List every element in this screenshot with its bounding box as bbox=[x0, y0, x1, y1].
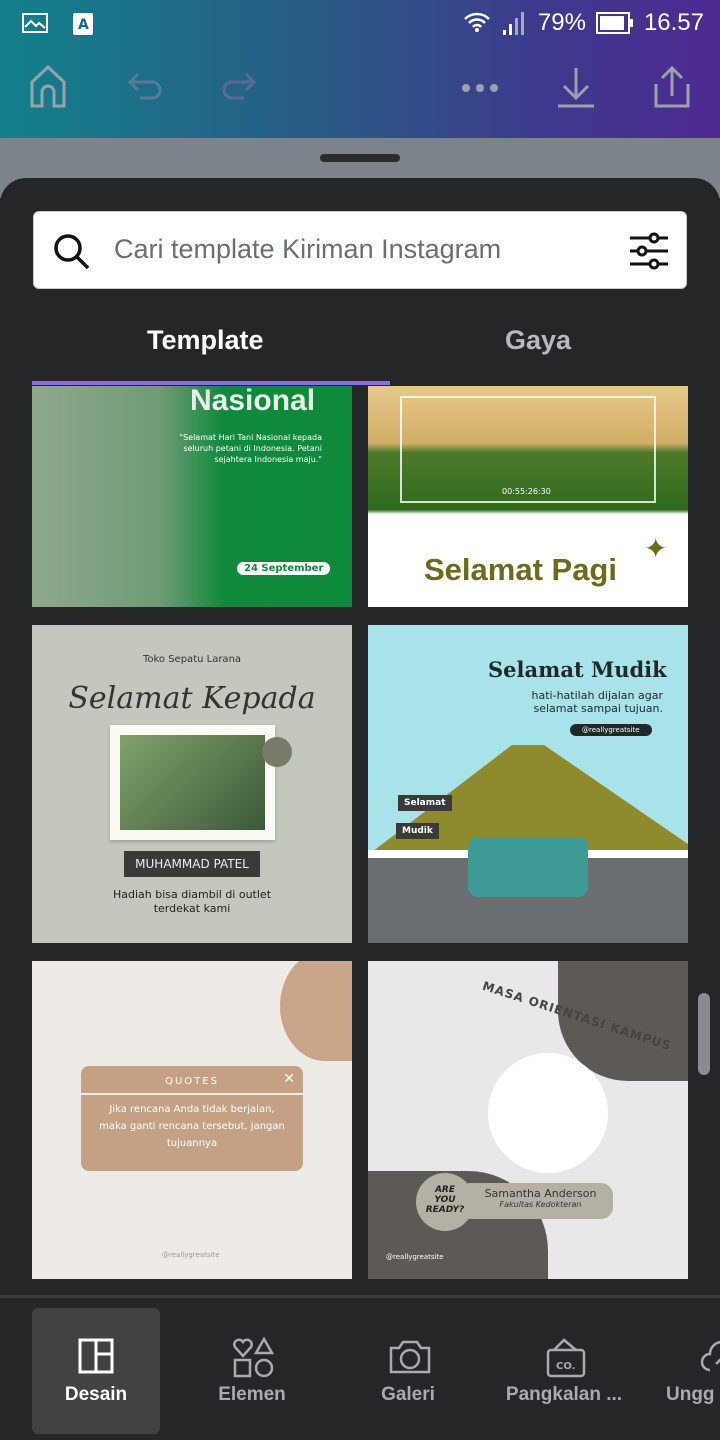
image-icon bbox=[22, 13, 48, 33]
battery-icon bbox=[595, 12, 633, 34]
nav-galeri[interactable]: Galeri bbox=[344, 1308, 472, 1434]
svg-text:A: A bbox=[78, 17, 89, 33]
stock-icon: CO. bbox=[546, 1338, 586, 1378]
sparkle-icon: ✦ bbox=[644, 532, 668, 565]
template-card-selamat-pagi[interactable]: 00:55:26:30 Selamat Pagi ✦ bbox=[368, 386, 688, 607]
template-card-quotes[interactable]: QUOTES ✕ Jika rencana Anda tidak berjala… bbox=[32, 961, 352, 1279]
filter-icon[interactable] bbox=[628, 230, 670, 272]
shapes-icon bbox=[233, 1336, 275, 1378]
undo-icon[interactable] bbox=[126, 62, 166, 110]
app-a-icon: A bbox=[73, 13, 93, 35]
share-icon[interactable] bbox=[652, 62, 692, 110]
status-bar: A 79% 16.57 bbox=[0, 0, 720, 50]
search-input[interactable]: Cari template Kiriman Instagram bbox=[33, 211, 687, 289]
redo-icon[interactable] bbox=[218, 62, 258, 110]
layout-icon bbox=[78, 1338, 114, 1374]
active-tab-indicator bbox=[32, 381, 390, 385]
clock: 16.57 bbox=[643, 9, 704, 36]
nav-desain[interactable]: Desain bbox=[32, 1308, 160, 1434]
template-card-masa-orientasi[interactable]: MASA ORIENTASI KAMPUS ARE YOU READY? Sam… bbox=[368, 961, 688, 1279]
camera-icon bbox=[389, 1340, 431, 1374]
nav-unggah[interactable]: Ungg bbox=[656, 1308, 720, 1434]
search-placeholder: Cari template Kiriman Instagram bbox=[114, 234, 502, 264]
drag-handle[interactable] bbox=[320, 154, 400, 162]
close-icon: ✕ bbox=[283, 1071, 295, 1087]
bottom-nav: Desain Elemen Galeri CO. Pangkalan ... U… bbox=[0, 1295, 720, 1440]
download-icon[interactable] bbox=[556, 62, 596, 110]
signal-icon bbox=[502, 12, 524, 35]
template-card-hari-tani[interactable]: Nasional "Selamat Hari Tani Nasional kep… bbox=[32, 386, 352, 607]
home-icon[interactable] bbox=[28, 62, 68, 110]
tab-gaya[interactable]: Gaya bbox=[505, 325, 571, 356]
search-icon bbox=[54, 234, 90, 270]
car-illustration bbox=[468, 837, 588, 897]
svg-text:CO.: CO. bbox=[556, 1361, 575, 1372]
battery-percent: 79% bbox=[537, 9, 586, 36]
template-card-selamat-mudik[interactable]: Selamat Mudik hati-hatilah dijalan agar … bbox=[368, 625, 688, 943]
wifi-icon bbox=[464, 12, 490, 32]
nav-pangkalan[interactable]: CO. Pangkalan ... bbox=[500, 1308, 628, 1434]
scrollbar[interactable] bbox=[698, 993, 710, 1075]
nav-elemen[interactable]: Elemen bbox=[188, 1308, 316, 1434]
template-grid: Nasional "Selamat Hari Tani Nasional kep… bbox=[0, 386, 720, 1286]
app-header: A 79% 16.57 bbox=[0, 0, 720, 138]
tab-template[interactable]: Template bbox=[147, 325, 264, 356]
upload-cloud-icon bbox=[700, 1340, 720, 1372]
more-icon[interactable] bbox=[460, 62, 500, 110]
template-card-selamat-kepada[interactable]: Toko Sepatu Larana Selamat Kepada MUHAMM… bbox=[32, 625, 352, 943]
